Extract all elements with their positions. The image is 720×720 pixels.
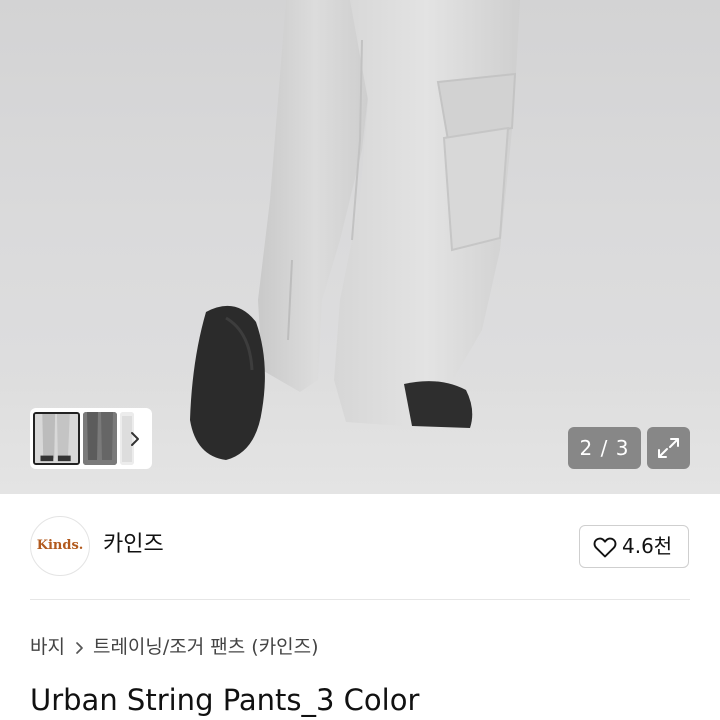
- chevron-right-icon[interactable]: [128, 430, 142, 448]
- seller-logo[interactable]: Kinds.: [30, 516, 90, 576]
- expand-arrows-icon: [658, 438, 679, 458]
- product-image-gallery[interactable]: 2 / 3: [0, 0, 720, 494]
- like-button[interactable]: 4.6천: [579, 525, 689, 568]
- thumbnail-1[interactable]: [33, 412, 80, 465]
- thumbnail-strip[interactable]: [30, 408, 152, 469]
- chevron-right-icon: [76, 641, 83, 654]
- divider: [30, 599, 690, 600]
- like-count: 4.6천: [622, 534, 673, 558]
- breadcrumb-item-category[interactable]: 바지: [30, 632, 65, 662]
- heart-outline-icon: [593, 537, 617, 558]
- thumbnail-2[interactable]: [83, 412, 117, 465]
- image-counter: 2 / 3: [568, 427, 641, 469]
- seller-name[interactable]: 카인즈: [103, 528, 164, 562]
- breadcrumb-item-subcategory[interactable]: 트레이닝/조거 팬츠 (카인즈): [93, 632, 319, 662]
- breadcrumb: 바지 트레이닝/조거 팬츠 (카인즈): [30, 632, 319, 662]
- product-page: 2 / 3 Kinds. 카인즈 4.6천 바지 트레이닝/조거 팬츠 (카인즈)…: [0, 0, 720, 720]
- product-title: Urban String Pants_3 Color: [30, 683, 420, 717]
- expand-image-button[interactable]: [647, 427, 690, 469]
